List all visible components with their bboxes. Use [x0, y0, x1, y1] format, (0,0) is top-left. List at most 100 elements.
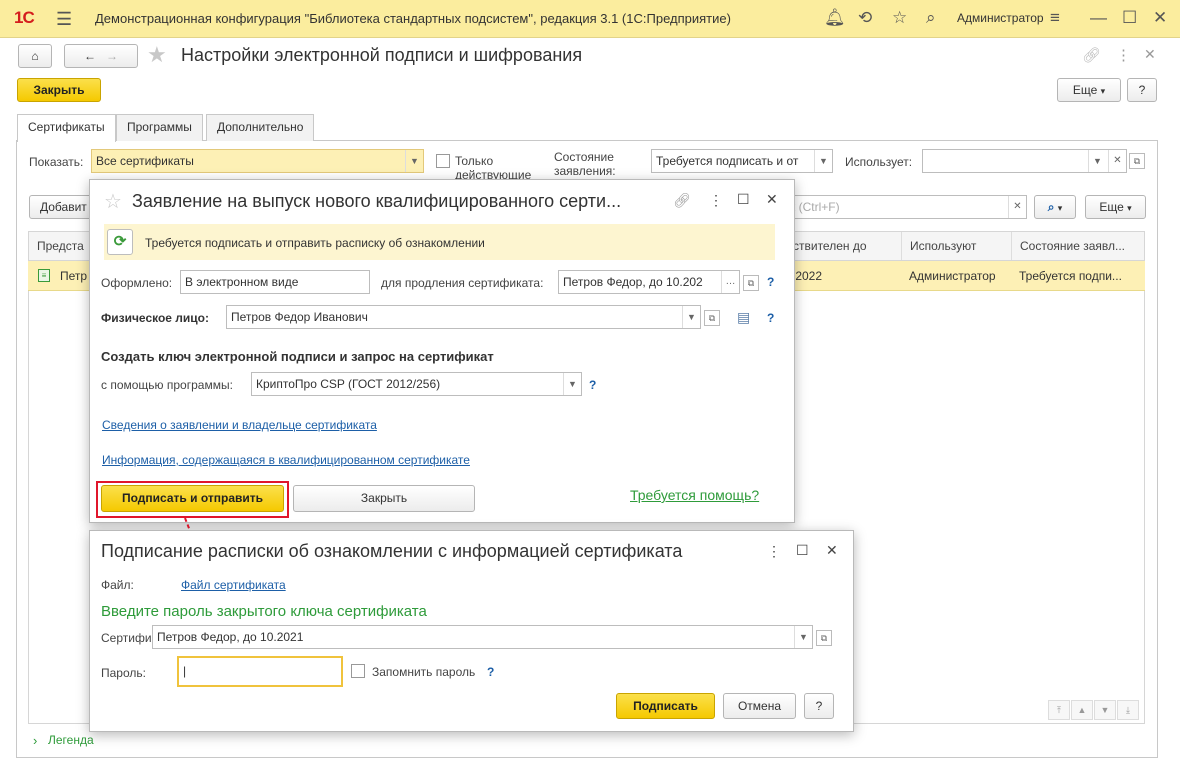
- cert-select[interactable]: Петров Федор, до 10.2021 ▼: [152, 625, 813, 649]
- sign-button[interactable]: Подписать: [616, 693, 715, 719]
- chevron-down-icon[interactable]: ▼: [405, 150, 423, 172]
- scroll-top-icon[interactable]: ⤒: [1048, 700, 1070, 720]
- remember-password-checkbox[interactable]: [351, 664, 365, 678]
- more-vert-icon[interactable]: ⋮: [709, 192, 723, 209]
- program-select[interactable]: КриптоПро CSP (ГОСТ 2012/256) ▼: [251, 372, 582, 396]
- password-label: Пароль:: [101, 666, 146, 680]
- grid-more-button[interactable]: Еще ▾: [1085, 195, 1146, 219]
- cell-valid-to: .2022: [792, 269, 823, 283]
- settings-menu-icon[interactable]: ≡: [1050, 8, 1060, 28]
- legend-toggle[interactable]: Легенда: [48, 733, 94, 747]
- dropdown-icon: ▾: [1057, 203, 1063, 213]
- close-form-icon[interactable]: ✕: [1144, 46, 1156, 63]
- favorite-star-icon[interactable]: ★: [147, 42, 167, 68]
- certificate-info-link[interactable]: Информация, содержащаяся в квалифицирова…: [102, 453, 470, 467]
- column-header[interactable]: ствителен до: [793, 239, 867, 253]
- clear-icon[interactable]: ✕: [1108, 150, 1126, 172]
- forward-arrow-icon[interactable]: →: [106, 49, 118, 63]
- chevron-down-icon[interactable]: ▼: [682, 306, 700, 328]
- dialog-title: Заявление на выпуск нового квалифицирова…: [132, 191, 622, 211]
- open-icon[interactable]: ⧉: [816, 630, 832, 646]
- bell-icon[interactable]: 🔔︎: [824, 8, 846, 28]
- remember-password-label: Запомнить пароль: [372, 665, 476, 679]
- refresh-button[interactable]: ⟳: [107, 229, 133, 255]
- minimize-icon[interactable]: —: [1090, 8, 1107, 28]
- open-icon[interactable]: ⧉: [1129, 153, 1145, 169]
- chevron-down-icon[interactable]: ▼: [563, 373, 581, 395]
- close-dialog-icon[interactable]: ✕: [826, 542, 838, 559]
- link-icon[interactable]: 🔗︎: [1082, 46, 1101, 64]
- maximize-icon[interactable]: ☐: [1122, 8, 1137, 28]
- column-header[interactable]: Состояние заявл...: [1020, 239, 1125, 253]
- person-value: Петров Федор Иванович: [231, 310, 368, 324]
- chevron-right-icon[interactable]: ›: [33, 733, 37, 748]
- maximize-icon[interactable]: ☐: [737, 191, 750, 208]
- help-icon[interactable]: ?: [589, 378, 596, 392]
- uses-label: Использует:: [845, 155, 913, 169]
- help-icon[interactable]: ?: [767, 311, 774, 325]
- dropdown-icon: ▾: [1127, 203, 1132, 213]
- app-title: Демонстрационная конфигурация "Библиотек…: [95, 11, 731, 26]
- cell-state: Требуется подпи...: [1019, 269, 1122, 283]
- cell-users: Администратор: [909, 269, 996, 283]
- tab-programs[interactable]: Программы: [116, 114, 203, 141]
- only-valid-checkbox[interactable]: [436, 154, 450, 168]
- more-vert-icon[interactable]: ⋮: [767, 543, 781, 560]
- help-button[interactable]: ?: [1127, 78, 1157, 102]
- scroll-bottom-icon[interactable]: ⤓: [1117, 700, 1139, 720]
- state-select[interactable]: Требуется подписать и от ▼: [651, 149, 833, 173]
- link-icon[interactable]: 🔗︎: [673, 192, 691, 209]
- column-header[interactable]: Используют: [910, 239, 976, 253]
- chevron-down-icon[interactable]: ▼: [1088, 150, 1106, 172]
- password-input[interactable]: |: [177, 656, 343, 687]
- program-value: КриптоПро CSP (ГОСТ 2012/256): [256, 377, 441, 391]
- back-arrow-icon[interactable]: ←: [84, 49, 96, 63]
- select-icon[interactable]: …: [721, 271, 739, 293]
- column-header[interactable]: Предста: [37, 239, 84, 253]
- more-button[interactable]: Еще ▾: [1057, 78, 1121, 102]
- star-icon[interactable]: ☆: [892, 8, 907, 28]
- help-icon[interactable]: ?: [487, 665, 494, 679]
- more-vert-icon[interactable]: ⋮: [1116, 46, 1131, 64]
- document-icon[interactable]: ▤: [737, 309, 750, 326]
- close-dialog-icon[interactable]: ✕: [766, 191, 778, 208]
- close-dialog-button[interactable]: Закрыть: [293, 485, 475, 512]
- person-input[interactable]: Петров Федор Иванович ▼: [226, 305, 701, 329]
- issued-input[interactable]: В электронном виде: [180, 270, 370, 294]
- favorite-star-icon[interactable]: ☆: [104, 189, 122, 214]
- tab-advanced[interactable]: Дополнительно: [206, 114, 315, 141]
- clear-search-icon[interactable]: ✕: [1008, 196, 1026, 218]
- certificate-file-link[interactable]: Файл сертификата: [181, 578, 286, 592]
- open-icon[interactable]: ⧉: [704, 310, 720, 326]
- renew-certificate-input[interactable]: Петров Федор, до 10.202 …: [558, 270, 740, 294]
- section-title: Создать ключ электронной подписи и запро…: [101, 349, 494, 364]
- chevron-down-icon[interactable]: ▼: [814, 150, 832, 172]
- tab-certificates[interactable]: Сертификаты: [17, 114, 116, 142]
- app-titlebar: 1С ☰ Демонстрационная конфигурация "Библ…: [0, 0, 1180, 38]
- scroll-down-icon[interactable]: ▼: [1094, 700, 1116, 720]
- current-user[interactable]: Администратор: [957, 11, 1044, 25]
- search-icon[interactable]: ⌕: [926, 8, 936, 28]
- show-select[interactable]: Все сертификаты ▼: [91, 149, 424, 173]
- scroll-up-icon[interactable]: ▲: [1071, 700, 1093, 720]
- need-help-link[interactable]: Требуется помощь?: [630, 487, 759, 503]
- magnifier-icon: ⌕: [1047, 200, 1055, 214]
- open-icon[interactable]: ⧉: [743, 275, 759, 291]
- search-input[interactable]: к (Ctrl+F) ✕: [785, 195, 1027, 219]
- password-prompt: Введите пароль закрытого ключа сертифика…: [101, 603, 427, 620]
- uses-input[interactable]: ▼ ✕: [922, 149, 1127, 173]
- chevron-down-icon[interactable]: ▼: [794, 626, 812, 648]
- main-menu-icon[interactable]: ☰: [56, 9, 72, 30]
- cancel-button[interactable]: Отмена: [723, 693, 796, 719]
- history-icon[interactable]: ⟲: [858, 8, 872, 28]
- close-window-icon[interactable]: ✕: [1153, 8, 1167, 28]
- search-button[interactable]: ⌕ ▾: [1034, 195, 1076, 219]
- maximize-icon[interactable]: ☐: [796, 542, 809, 559]
- help-button[interactable]: ?: [804, 693, 834, 719]
- help-icon[interactable]: ?: [767, 275, 774, 289]
- close-button[interactable]: Закрыть: [17, 78, 101, 102]
- sign-and-send-button[interactable]: Подписать и отправить: [101, 485, 284, 512]
- home-button[interactable]: ⌂: [18, 44, 52, 68]
- show-label: Показать:: [29, 155, 84, 169]
- application-info-link[interactable]: Сведения о заявлении и владельце сертифи…: [102, 418, 377, 432]
